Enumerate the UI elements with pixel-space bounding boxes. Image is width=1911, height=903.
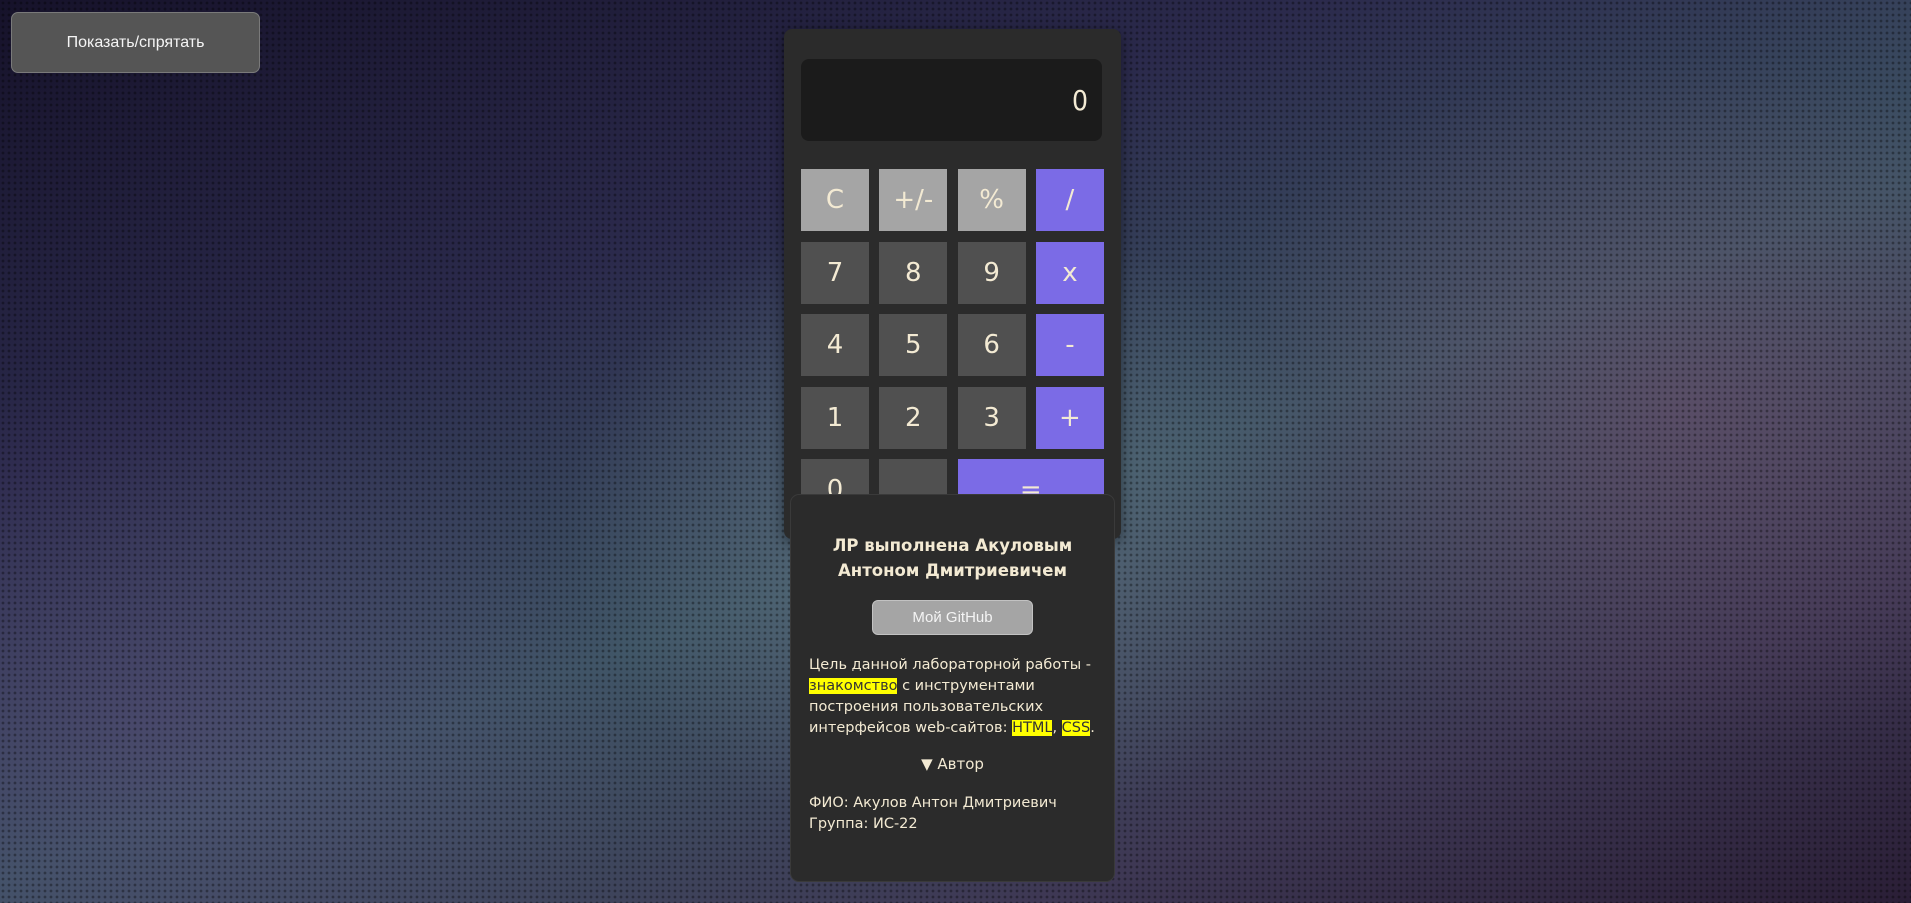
- digit-3-key[interactable]: 3: [957, 386, 1026, 449]
- author-details-toggle[interactable]: ▼ Автор: [791, 755, 1114, 773]
- digit-5-key[interactable]: 5: [879, 314, 948, 376]
- author-group: Группа: ИС-22: [809, 816, 918, 832]
- digit-8-key[interactable]: 8: [879, 241, 948, 304]
- digit-1-key[interactable]: 1: [801, 386, 869, 449]
- calculator-display: 0: [801, 59, 1102, 141]
- info-title-line-1: ЛР выполнена Акуловым: [832, 536, 1073, 555]
- author-details: ФИО: Акулов Антон Дмитриевич Группа: ИС-…: [809, 793, 1057, 835]
- highlight-familiarization: знакомство: [809, 678, 898, 694]
- info-card: ЛР выполнена Акуловым Антоном Дмитриевич…: [790, 494, 1115, 882]
- digit-7-key[interactable]: 7: [801, 241, 869, 304]
- multiply-key[interactable]: x: [1035, 241, 1104, 304]
- highlight-html: HTML: [1012, 720, 1053, 736]
- info-title: ЛР выполнена Акуловым Антоном Дмитриевич…: [791, 533, 1114, 583]
- digit-4-key[interactable]: 4: [801, 314, 869, 376]
- divide-key[interactable]: /: [1035, 169, 1104, 231]
- sign-toggle-key[interactable]: +/-: [879, 169, 948, 231]
- author-name: ФИО: Акулов Антон Дмитриевич: [809, 795, 1057, 811]
- calculator-keypad: C +/- % / 7 8 9 x 4 5 6 - 1 2 3 + 0 =: [801, 169, 1104, 521]
- goal-text-end: .: [1090, 720, 1095, 736]
- digit-9-key[interactable]: 9: [957, 241, 1026, 304]
- highlight-css: CSS: [1061, 720, 1091, 736]
- subtract-key[interactable]: -: [1035, 314, 1104, 376]
- show-hide-button[interactable]: Показать/спрятать: [11, 12, 260, 73]
- info-title-line-2: Антоном Дмитриевичем: [838, 561, 1067, 580]
- goal-text-separator: ,: [1052, 720, 1062, 736]
- digit-6-key[interactable]: 6: [957, 314, 1026, 376]
- calculator: 0 C +/- % / 7 8 9 x 4 5 6 - 1 2 3 + 0 =: [784, 29, 1121, 539]
- clear-key[interactable]: C: [801, 169, 869, 231]
- percent-key[interactable]: %: [957, 169, 1026, 231]
- goal-text: Цель данной лабораторной работы - знаком…: [809, 655, 1099, 739]
- github-button[interactable]: Мой GitHub: [872, 600, 1033, 635]
- digit-2-key[interactable]: 2: [879, 386, 948, 449]
- goal-text-part: Цель данной лабораторной работы -: [809, 657, 1091, 673]
- add-key[interactable]: +: [1035, 386, 1104, 449]
